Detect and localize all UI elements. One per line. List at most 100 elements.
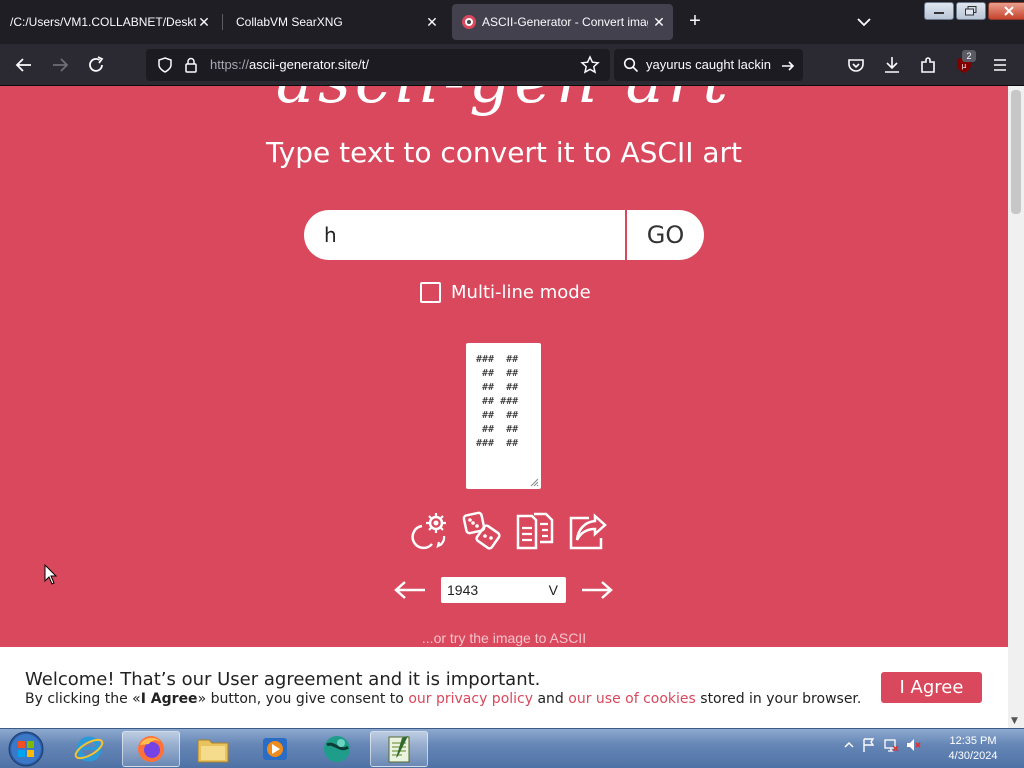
close-tab-icon[interactable]: ✕ [196, 14, 212, 30]
font-select[interactable]: 1943 V [441, 577, 566, 603]
media-player-icon [263, 738, 287, 760]
page-scrollbar[interactable]: ▼ [1008, 86, 1024, 728]
firefox-icon [138, 736, 164, 762]
page-content: ascii-gen art Type text to convert it to… [0, 86, 1008, 728]
previous-font-arrow-icon[interactable] [393, 578, 427, 602]
privacy-policy-link[interactable]: our privacy policy [408, 691, 533, 707]
search-go-arrow-icon[interactable] [780, 58, 796, 74]
window-controls [924, 2, 1024, 20]
mouse-cursor-icon [44, 564, 58, 585]
multiline-mode-toggle[interactable]: Multi-line mode [420, 282, 591, 303]
banner-text-part: and [533, 691, 569, 707]
site-logo[interactable]: ascii-gen art [0, 86, 1008, 118]
random-dice-icon[interactable] [461, 510, 503, 552]
multiline-label: Multi-line mode [451, 282, 591, 303]
clock-date: 4/30/2024 [948, 750, 998, 762]
tab-ascii-generator[interactable]: ASCII-Generator - Convert imag ✕ [452, 4, 673, 40]
share-icon[interactable] [567, 510, 609, 552]
go-button[interactable]: GO [627, 210, 704, 260]
action-center-flag-icon[interactable] [861, 737, 877, 753]
forward-arrow-icon[interactable] [49, 54, 71, 76]
banner-text: By clicking the «I Agree» button, you gi… [25, 691, 861, 707]
taskbar-firefox[interactable] [122, 731, 180, 767]
list-all-tabs-chevron-icon[interactable] [854, 12, 874, 32]
new-tab-plus-icon[interactable]: + [684, 10, 706, 32]
pocket-icon[interactable] [845, 54, 867, 76]
search-bar[interactable]: yayurus caught lackin [614, 49, 803, 81]
taskbar-notepad[interactable] [370, 731, 428, 767]
tool-buttons [408, 510, 609, 552]
banner-title: Welcome! That’s our User agreement and i… [25, 669, 541, 690]
windows-start-orb-icon[interactable] [4, 730, 48, 768]
url-path: ascii-generator.site/t/ [249, 57, 369, 72]
banner-text-part: stored in your browser. [695, 691, 862, 707]
ublock-badge-count: 2 [962, 50, 976, 62]
extensions-puzzle-icon[interactable] [917, 54, 939, 76]
tab-label: ASCII-Generator - Convert imag [482, 15, 648, 29]
multiline-checkbox[interactable] [420, 282, 441, 303]
banner-text-bold: I Agree [140, 691, 198, 707]
close-tab-icon[interactable]: ✕ [651, 14, 667, 30]
internet-explorer-icon [74, 736, 104, 762]
network-icon[interactable] [883, 737, 899, 753]
tab-separator [222, 14, 223, 30]
windows-taskbar: 12:35 PM 4/30/2024 [0, 728, 1024, 768]
notepad-icon [388, 736, 410, 763]
reload-icon[interactable] [85, 54, 107, 76]
image-to-ascii-link[interactable]: ...or try the image to ASCII [0, 630, 1008, 646]
scrollbar-thumb[interactable] [1011, 90, 1021, 214]
tab-local-file[interactable]: /C:/Users/VM1.COLLABNET/Deskto ✕ [0, 4, 218, 40]
next-font-arrow-icon[interactable] [580, 578, 614, 602]
taskbar-app-globe[interactable] [308, 731, 366, 767]
font-select-value: 1943 [447, 582, 479, 598]
tab-searxng[interactable]: CollabVM SearXNG ✕ [224, 4, 446, 40]
lock-icon[interactable] [182, 56, 200, 74]
system-tray [843, 737, 921, 753]
minimize-window-icon[interactable] [924, 2, 954, 20]
navigation-toolbar: https://ascii-generator.site/t/ yayurus … [0, 44, 1024, 86]
user-agreement-banner: Welcome! That’s our User agreement and i… [0, 647, 1008, 728]
close-tab-icon[interactable]: ✕ [424, 14, 440, 30]
restore-window-icon[interactable] [956, 2, 986, 20]
taskbar-media-player[interactable] [246, 731, 304, 767]
taskbar-file-explorer[interactable] [184, 731, 242, 767]
cookies-link[interactable]: our use of cookies [568, 691, 696, 707]
address-bar[interactable]: https://ascii-generator.site/t/ [146, 49, 610, 81]
bookmark-star-icon[interactable] [580, 55, 600, 75]
volume-muted-icon[interactable] [905, 737, 921, 753]
font-navigator: 1943 V [393, 576, 615, 604]
day-night-settings-icon[interactable] [408, 510, 450, 552]
resize-grip-icon[interactable] [529, 477, 539, 487]
hamburger-menu-icon[interactable] [989, 54, 1011, 76]
close-window-icon[interactable] [988, 2, 1024, 20]
search-query-text: yayurus caught lackin [646, 57, 772, 72]
downloads-icon[interactable] [881, 54, 903, 76]
ascii-generator-favicon-icon [462, 15, 476, 29]
taskbar-clock[interactable]: 12:35 PM 4/30/2024 [934, 734, 1012, 764]
back-arrow-icon[interactable] [13, 54, 35, 76]
taskbar-internet-explorer[interactable] [60, 731, 118, 767]
scroll-down-arrow-icon[interactable]: ▼ [1011, 716, 1018, 726]
copy-documents-icon[interactable] [514, 510, 556, 552]
banner-text-part: By clicking the « [25, 691, 141, 707]
url-scheme: https:// [210, 57, 250, 72]
banner-text-part: » button, you give consent to [197, 691, 409, 707]
tracking-protection-shield-icon[interactable] [156, 56, 174, 74]
text-input[interactable]: h [304, 210, 625, 260]
text-input-group: h GO [304, 210, 704, 260]
search-icon [623, 57, 639, 73]
tab-label: CollabVM SearXNG [236, 15, 343, 29]
svg-text:μ: μ [962, 62, 967, 70]
ascii-output-textarea[interactable]: ### ## ## ## ## ## ## ### ## ## ## ## ##… [466, 343, 541, 489]
tab-label: /C:/Users/VM1.COLLABNET/Deskto [10, 15, 196, 29]
i-agree-button[interactable]: I Agree [881, 672, 982, 703]
globe-app-icon [324, 736, 350, 762]
folder-icon [197, 739, 229, 763]
page-headline: Type text to convert it to ASCII art [265, 136, 743, 169]
select-chevron-icon: V [548, 582, 558, 598]
show-hidden-icons-arrow-icon[interactable] [843, 739, 855, 751]
clock-time: 12:35 PM [949, 735, 997, 747]
ascii-output-text: ### ## ## ## ## ## ## ### ## ## ## ## ##… [476, 354, 519, 449]
tab-bar: /C:/Users/VM1.COLLABNET/Deskto ✕ CollabV… [0, 0, 1024, 44]
url-text: https://ascii-generator.site/t/ [210, 57, 369, 72]
